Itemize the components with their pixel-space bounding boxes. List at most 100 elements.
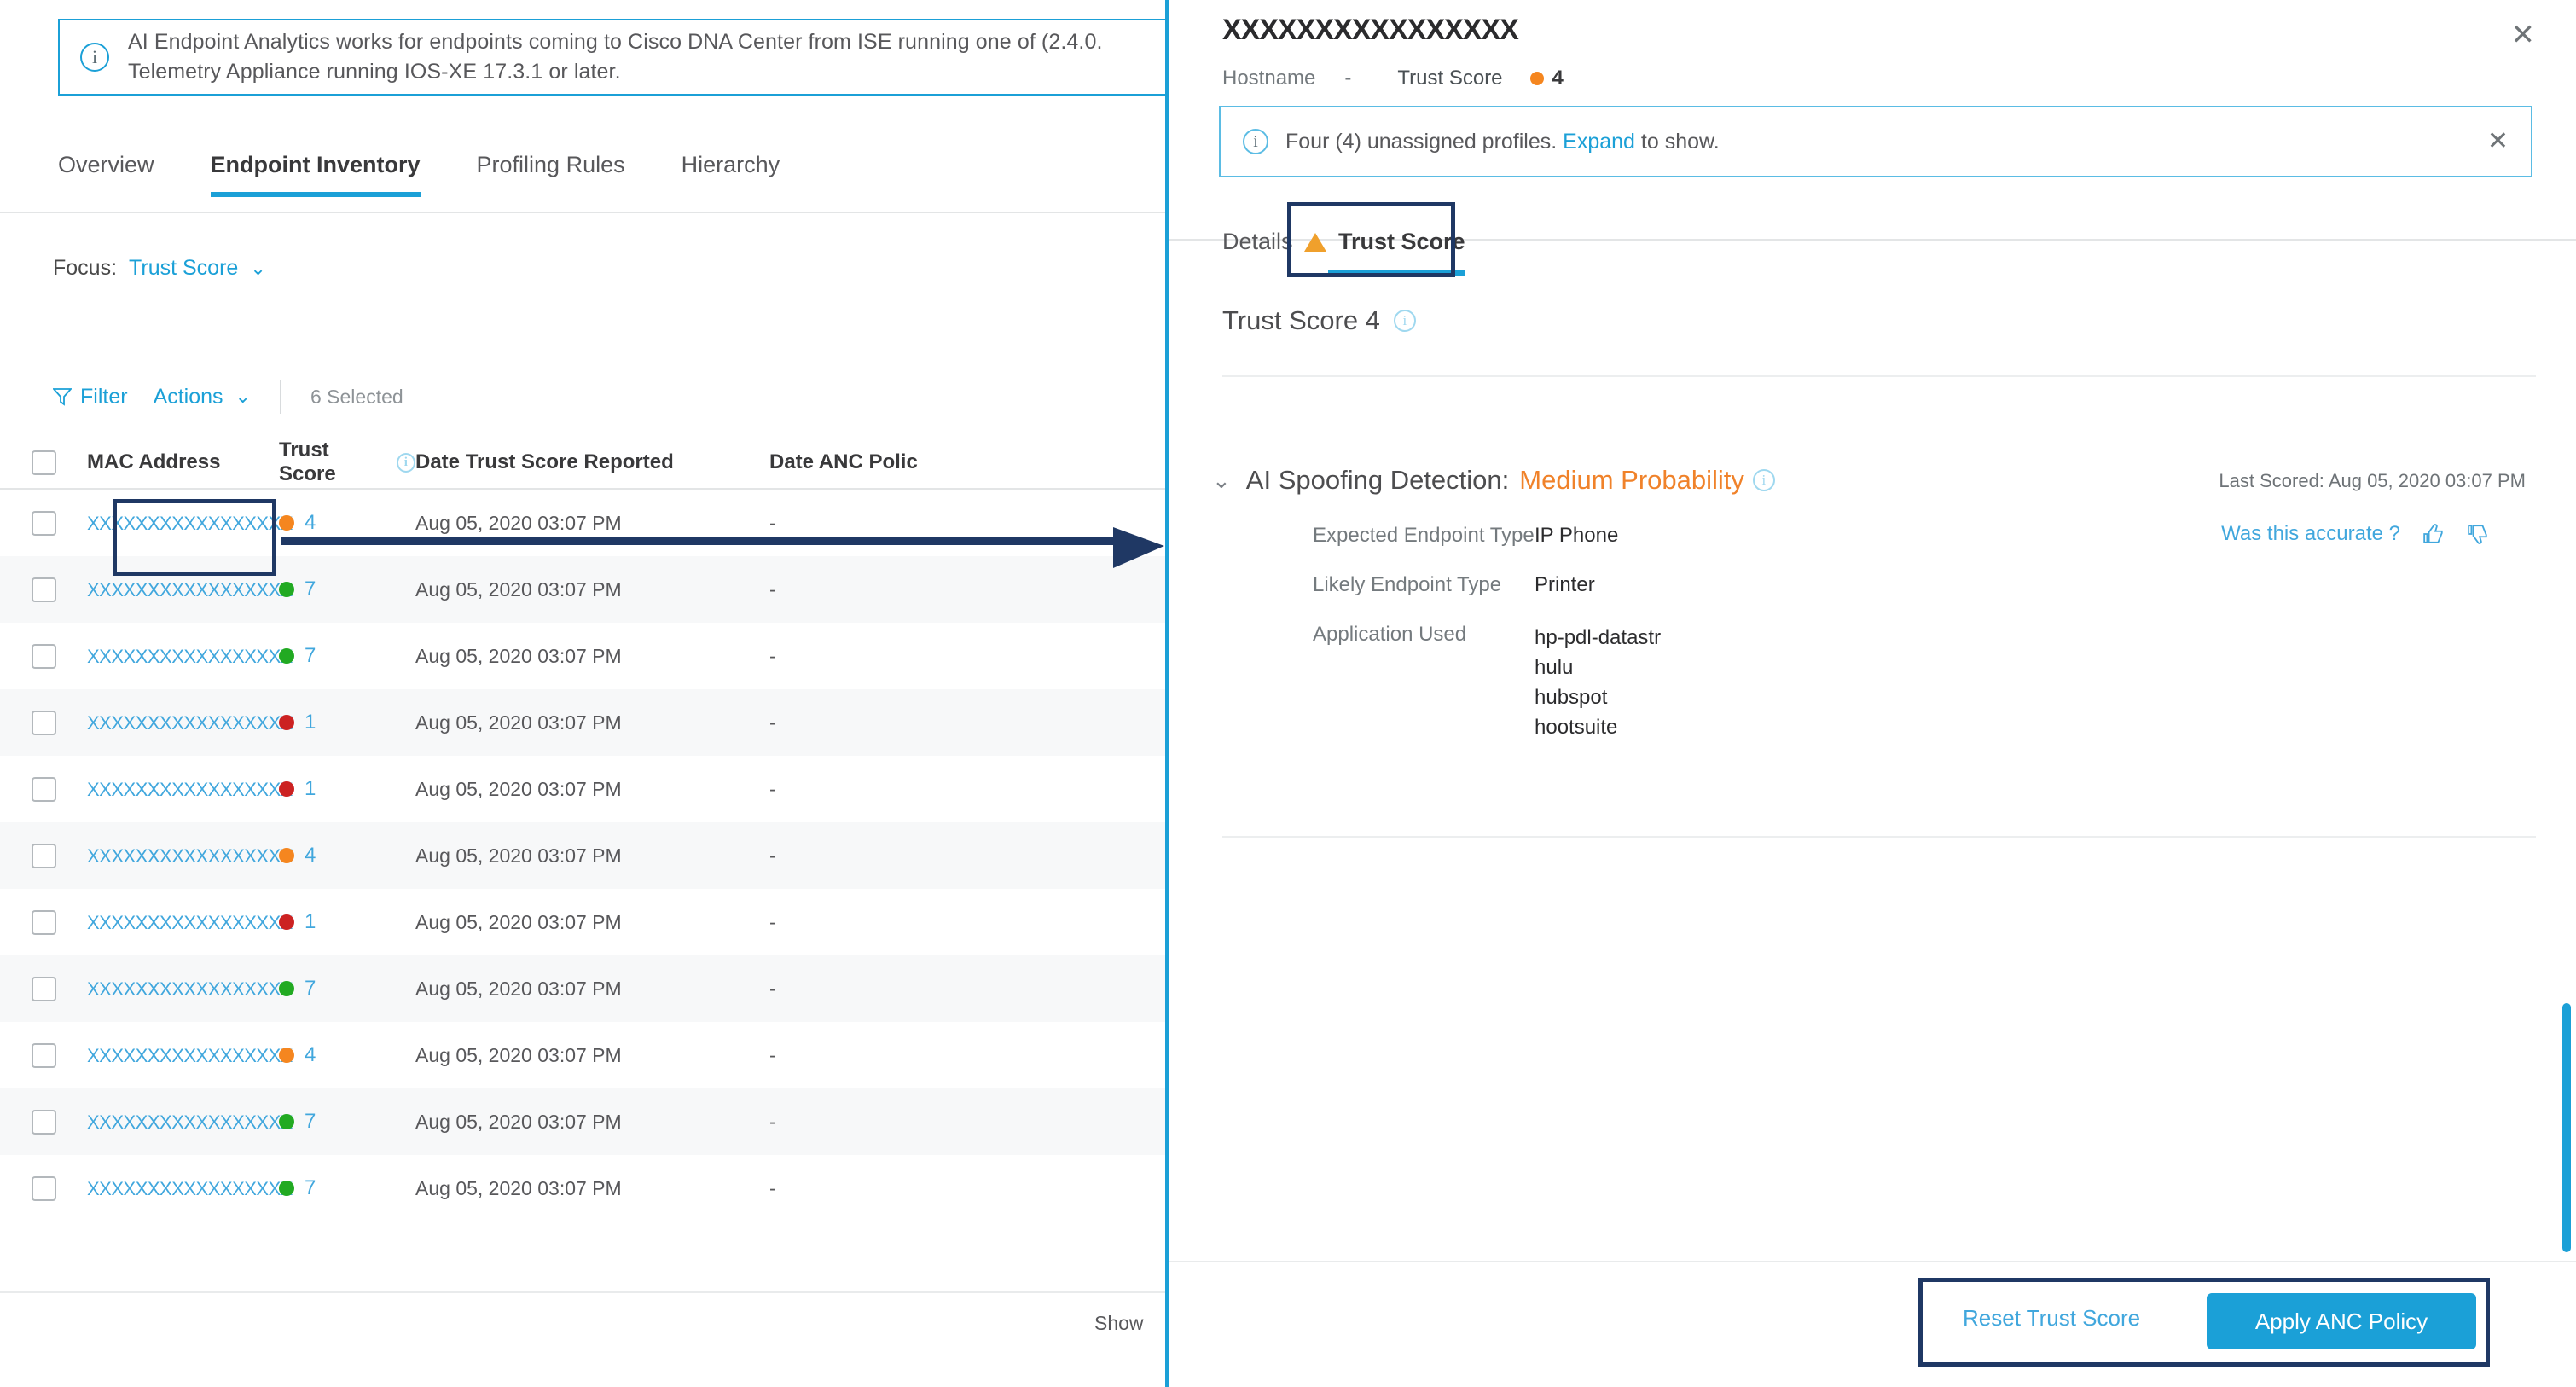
section-divider-bottom: [1222, 836, 2536, 838]
mac-address-link[interactable]: XXXXXXXXXXXXXXXXX: [87, 845, 293, 867]
table-row[interactable]: XXXXXXXXXXXXXXXXX 7 Aug 05, 2020 03:07 PM -: [0, 623, 1165, 689]
cell-date-reported: Aug 05, 2020 03:07 PM: [415, 577, 622, 601]
cell-mac-address: XXXXXXXXXXXXXXXXX: [87, 512, 293, 535]
trust-score-value: 1: [305, 711, 316, 734]
table-row[interactable]: XXXXXXXXXXXXXXXXX 7 Aug 05, 2020 03:07 PM -: [0, 1155, 1165, 1222]
cell-mac-address: XXXXXXXXXXXXXXXXX: [87, 645, 293, 668]
info-icon[interactable]: i: [1393, 310, 1416, 332]
table-row[interactable]: XXXXXXXXXXXXXXXXX 4 Aug 05, 2020 03:07 PM -: [0, 490, 1165, 556]
row-checkbox[interactable]: [31, 1042, 56, 1068]
panel-trust-score-value: 4: [1529, 67, 1564, 90]
tab-endpoint-inventory[interactable]: Endpoint Inventory: [183, 152, 449, 197]
actions-button[interactable]: Actions ⌄: [154, 385, 251, 409]
cell-date-anc-policy: -: [769, 644, 776, 667]
mac-address-link[interactable]: XXXXXXXXXXXXXXXXX: [87, 1045, 293, 1066]
row-checkbox[interactable]: [31, 710, 56, 735]
info-icon[interactable]: i: [1752, 469, 1775, 491]
application-used-label: Application Used: [1313, 623, 1467, 646]
close-icon[interactable]: ✕: [2511, 20, 2536, 49]
mac-address-link[interactable]: XXXXXXXXXXXXXXXXX: [87, 513, 293, 534]
row-checkbox[interactable]: [31, 643, 56, 669]
row-checkbox[interactable]: [31, 510, 56, 536]
funnel-icon: [51, 387, 73, 406]
cell-date-anc-policy: -: [769, 977, 776, 1000]
focus-value[interactable]: Trust Score: [129, 256, 238, 281]
tab-details[interactable]: Details: [1222, 229, 1293, 255]
tab-trust-score[interactable]: Trust Score: [1304, 229, 1465, 276]
tabs-divider: [0, 212, 1165, 213]
table-row[interactable]: XXXXXXXXXXXXXXXXX 4 Aug 05, 2020 03:07 PM -: [0, 1022, 1165, 1088]
table-row[interactable]: XXXXXXXXXXXXXXXXX 4 Aug 05, 2020 03:07 PM -: [0, 822, 1165, 889]
mac-address-link[interactable]: XXXXXXXXXXXXXXXXX: [87, 978, 293, 1000]
actions-label: Actions: [153, 384, 223, 409]
cell-date-anc-policy: -: [769, 844, 776, 867]
mac-address-link[interactable]: XXXXXXXXXXXXXXXXX: [87, 646, 293, 667]
reset-trust-score-button[interactable]: Reset Trust Score: [1963, 1305, 2140, 1332]
chevron-down-icon[interactable]: ⌄: [1212, 469, 1231, 491]
row-checkbox[interactable]: [31, 1175, 56, 1201]
ai-spoofing-probability: Medium Probability: [1519, 465, 1744, 495]
close-icon[interactable]: ✕: [2487, 129, 2509, 154]
cell-mac-address: XXXXXXXXXXXXXXXXX: [87, 1044, 293, 1067]
expand-link[interactable]: Expand: [1563, 130, 1635, 154]
trust-score-dot: [279, 914, 294, 930]
tab-profiling-rules[interactable]: Profiling Rules: [449, 152, 653, 197]
row-checkbox[interactable]: [31, 1109, 56, 1135]
thumbs-up-icon[interactable]: [2422, 523, 2445, 545]
thumbs-down-icon[interactable]: [2467, 523, 2489, 545]
select-all-checkbox[interactable]: [31, 450, 56, 475]
table-footer-divider: [0, 1291, 1165, 1293]
trust-score-dot: [279, 1048, 294, 1063]
table-row[interactable]: XXXXXXXXXXXXXXXXX 7 Aug 05, 2020 03:07 PM -: [0, 1088, 1165, 1155]
table-row[interactable]: XXXXXXXXXXXXXXXXX 1 Aug 05, 2020 03:07 PM -: [0, 889, 1165, 955]
cell-trust-score: 7: [279, 644, 415, 668]
table-row[interactable]: XXXXXXXXXXXXXXXXX 7 Aug 05, 2020 03:07 PM -: [0, 955, 1165, 1022]
cell-date-reported: Aug 05, 2020 03:07 PM: [415, 711, 622, 734]
cell-mac-address: XXXXXXXXXXXXXXXXX: [87, 844, 293, 868]
column-mac-address[interactable]: MAC Address: [87, 450, 279, 474]
cell-trust-score: 7: [279, 577, 415, 601]
tab-overview[interactable]: Overview: [58, 152, 183, 197]
table-row[interactable]: XXXXXXXXXXXXXXXXX 1 Aug 05, 2020 03:07 PM -: [0, 689, 1165, 756]
table-row[interactable]: XXXXXXXXXXXXXXXXX 1 Aug 05, 2020 03:07 PM -: [0, 756, 1165, 822]
info-icon[interactable]: i: [396, 452, 415, 473]
row-checkbox[interactable]: [31, 909, 56, 935]
tab-trust-score-label: Trust Score: [1338, 229, 1465, 254]
mac-address-link[interactable]: XXXXXXXXXXXXXXXXX: [87, 712, 293, 734]
mac-address-link[interactable]: XXXXXXXXXXXXXXXXX: [87, 912, 293, 933]
cell-trust-score: 4: [279, 511, 415, 535]
column-date-anc-policy[interactable]: Date ANC Polic: [769, 450, 1111, 474]
row-checkbox[interactable]: [31, 843, 56, 868]
mac-address-link[interactable]: XXXXXXXXXXXXXXXXX: [87, 579, 293, 601]
table-row[interactable]: XXXXXXXXXXXXXXXXX 7 Aug 05, 2020 03:07 PM -: [0, 556, 1165, 623]
row-checkbox[interactable]: [31, 776, 56, 802]
apply-anc-policy-button[interactable]: Apply ANC Policy: [2207, 1293, 2476, 1349]
page-scrollbar[interactable]: [2562, 1003, 2571, 1252]
row-checkbox[interactable]: [31, 976, 56, 1001]
row-checkbox[interactable]: [31, 577, 56, 602]
hostname-value: -: [1344, 67, 1352, 90]
panel-meta: Hostname - Trust Score 4: [1222, 67, 1564, 90]
panel-heading: Trust Score 4 i: [1222, 305, 1416, 336]
trust-score-dot: [279, 715, 294, 730]
chevron-down-icon[interactable]: ⌄: [250, 258, 265, 280]
mac-address-link[interactable]: XXXXXXXXXXXXXXXXX: [87, 1111, 293, 1133]
feedback-control[interactable]: Was this accurate ?: [2221, 522, 2489, 546]
application-used-value: hp-pdl-datastr hulu hubspot hootsuite: [1535, 623, 1661, 742]
column-date-reported[interactable]: Date Trust Score Reported: [415, 450, 769, 474]
mac-address-link[interactable]: XXXXXXXXXXXXXXXXX: [87, 779, 293, 800]
tab-hierarchy[interactable]: Hierarchy: [653, 152, 809, 197]
warning-triangle-icon: [1304, 232, 1326, 252]
row-select-cell: [0, 510, 87, 536]
likely-endpoint-type-value: Printer: [1535, 573, 1595, 596]
filter-button[interactable]: Filter: [51, 384, 128, 409]
cell-date-reported: Aug 05, 2020 03:07 PM: [415, 910, 622, 933]
trust-score-dot: [279, 1114, 294, 1129]
filter-label: Filter: [80, 384, 128, 409]
cell-date-anc-policy: -: [769, 1043, 776, 1066]
last-scored-text: Last Scored: Aug 05, 2020 03:07 PM: [2219, 470, 2526, 491]
trust-score-number: 4: [1552, 67, 1564, 90]
table-header-row: MAC Address Trust Score i Date Trust Sco…: [0, 437, 1165, 490]
column-trust-score[interactable]: Trust Score i: [279, 438, 415, 486]
mac-address-link[interactable]: XXXXXXXXXXXXXXXXX: [87, 1178, 293, 1199]
